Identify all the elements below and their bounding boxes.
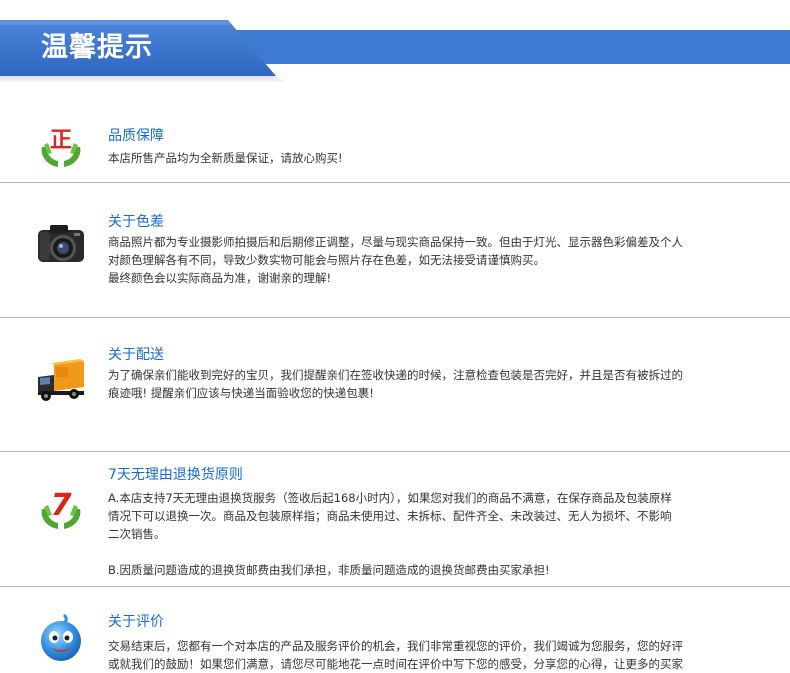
body-line: 痕迹哦! 提醒亲们应该与快递当面验收您的快递包裹! xyxy=(108,386,374,400)
camera-icon xyxy=(36,220,86,270)
section-divider xyxy=(0,451,790,452)
section-title-review: 关于评价 xyxy=(108,614,164,630)
body-line: A.本店支持7天无理由退换货服务（签收后起168小时内），如果您对我们的商品不满… xyxy=(108,491,672,505)
section-body-color: 商品照片都为专业摄影师拍摄后和后期修正调整，尽量与现实商品保持一致。但由于灯光、… xyxy=(108,233,748,287)
delivery-truck-icon xyxy=(36,355,86,405)
body-line: 二次销售。 xyxy=(108,527,166,541)
section-divider xyxy=(0,586,790,587)
body-line: 对颜色理解各有不同，导致少数实物可能会与照片存在色差，如无法接受请谨慎购买。 xyxy=(108,253,545,267)
section-title-color: 关于色差 xyxy=(108,214,164,230)
quality-guarantee-icon: 正 xyxy=(36,121,86,171)
section-body-delivery: 为了确保亲们能收到完好的宝贝，我们提醒亲们在签收快递的时候，注意检查包装是否完好… xyxy=(108,366,748,402)
body-line: 为了确保亲们能收到完好的宝贝，我们提醒亲们在签收快递的时候，注意检查包装是否完好… xyxy=(108,368,683,382)
body-line: 或就我们的鼓励！如果您们满意，请您尽可能地花一点时间在评价中写下您的感受，分享您… xyxy=(108,657,683,671)
section-body-review: 交易结束后，您都有一个对本店的产品及服务评价的机会，我们非常重视您的评价，我们竭… xyxy=(108,637,748,673)
body-line: 商品照片都为专业摄影师拍摄后和后期修正调整，尽量与现实商品保持一致。但由于灯光、… xyxy=(108,235,683,249)
section-title-return: 7天无理由退换货原则 xyxy=(108,467,243,483)
section-title-delivery: 关于配送 xyxy=(108,347,164,363)
section-divider xyxy=(0,182,790,183)
body-line: 最终颜色会以实际商品为准，谢谢亲的理解! xyxy=(108,271,332,285)
section-title-quality: 品质保障 xyxy=(108,128,164,144)
section-divider xyxy=(0,317,790,318)
header-banner: 温馨提示 xyxy=(0,0,790,82)
smiley-face-icon xyxy=(36,613,86,663)
body-line: 交易结束后，您都有一个对本店的产品及服务评价的机会，我们非常重视您的评价，我们竭… xyxy=(108,639,683,653)
body-line: B.因质量问题造成的退换货邮费由我们承担，非质量问题造成的退换货邮费由买家承担! xyxy=(108,563,550,577)
section-body-quality: 本店所售产品均为全新质量保证，请放心购买! xyxy=(108,149,748,167)
page-title: 温馨提示 xyxy=(41,32,153,63)
svg-text:7: 7 xyxy=(51,488,72,523)
svg-text:正: 正 xyxy=(50,128,72,153)
body-line: 本店所售产品均为全新质量保证，请放心购买! xyxy=(108,151,343,165)
seven-day-return-icon: 7 xyxy=(36,483,86,533)
body-line: 情况下可以退换一次。商品及包装原样指；商品未使用过、未拆标、配件齐全、未改装过、… xyxy=(108,509,672,523)
section-body-return: A.本店支持7天无理由退换货服务（签收后起168小时内），如果您对我们的商品不满… xyxy=(108,489,748,579)
